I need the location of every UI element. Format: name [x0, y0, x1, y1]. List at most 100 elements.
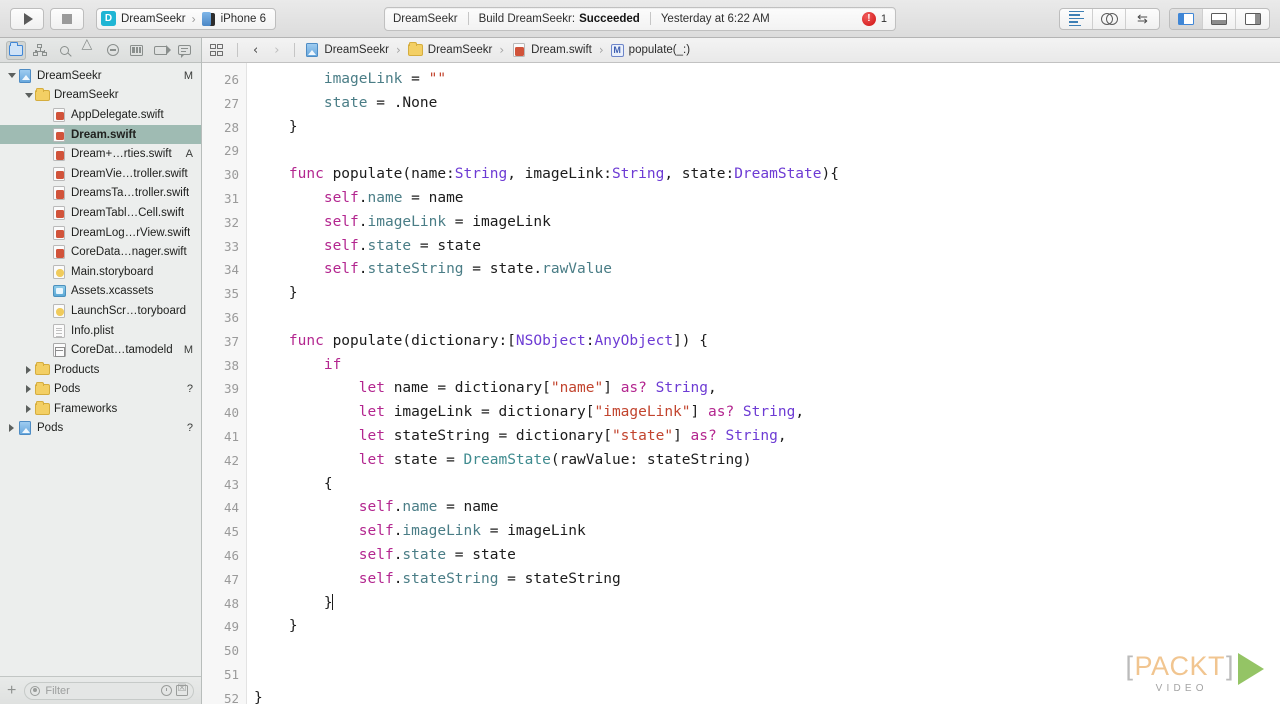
code-line[interactable]: }: [254, 615, 1280, 639]
code-line[interactable]: }: [254, 282, 1280, 306]
error-badge[interactable]: ! 1: [861, 11, 887, 26]
tree-row[interactable]: DreamSeekr M: [0, 66, 201, 86]
tree-row[interactable]: LaunchScr…toryboard: [0, 301, 201, 321]
stop-button[interactable]: [50, 7, 84, 30]
find-navigator-tab[interactable]: [54, 41, 74, 60]
code-line[interactable]: if: [254, 354, 1280, 378]
forward-button[interactable]: ›: [266, 44, 287, 57]
code-line[interactable]: func populate(name:String, imageLink:Str…: [254, 163, 1280, 187]
code-line[interactable]: state = .None: [254, 92, 1280, 116]
disclosure-triangle-icon[interactable]: [23, 404, 34, 413]
tree-row[interactable]: Dream.swift: [0, 124, 201, 145]
code-line[interactable]: let name = dictionary["name"] as? String…: [254, 377, 1280, 401]
tree-row[interactable]: DreamVie…troller.swift: [0, 164, 201, 184]
tree-row[interactable]: Frameworks: [0, 399, 201, 419]
code-line[interactable]: {: [254, 473, 1280, 497]
code-token: self: [358, 570, 394, 587]
tree-row[interactable]: DreamsTa…troller.swift: [0, 184, 201, 204]
code-token: (rawValue: stateString): [550, 451, 752, 468]
tree-row-label: DreamTabl…Cell.swift: [71, 206, 185, 219]
line-number: 40: [223, 405, 239, 421]
scheme-selector[interactable]: D DreamSeekr › iPhone 6: [96, 7, 276, 30]
code-line[interactable]: let stateString = dictionary["state"] as…: [254, 425, 1280, 449]
breadcrumb-label: populate(_:): [628, 44, 691, 56]
tree-row[interactable]: Pods?: [0, 380, 201, 400]
code-line[interactable]: }: [254, 116, 1280, 140]
breadcrumb-item[interactable]: Dream.swift: [509, 43, 594, 57]
disclosure-triangle-icon[interactable]: [23, 385, 34, 394]
project-file-tree[interactable]: DreamSeekr M DreamSeekr AppDelegate.swift Dr…: [0, 63, 201, 676]
back-button[interactable]: ‹: [245, 44, 266, 57]
related-items-icon[interactable]: [210, 44, 223, 56]
disclosure-triangle-icon[interactable]: [23, 365, 34, 374]
breadcrumb-item[interactable]: DreamSeekr: [302, 43, 391, 57]
breadcrumb-item[interactable]: Mpopulate(_:): [609, 43, 692, 57]
add-file-button[interactable]: +: [7, 682, 16, 699]
status-bar[interactable]: DreamSeekr Build DreamSeekr: Succeeded Y…: [384, 6, 896, 31]
assistant-editor-button[interactable]: [1093, 8, 1126, 29]
disclosure-triangle-icon[interactable]: [6, 424, 17, 433]
code-line[interactable]: }: [254, 687, 1280, 704]
tree-row[interactable]: DreamLog…rView.swift: [0, 223, 201, 243]
source-code[interactable]: imageLink = "" state = .None } func popu…: [247, 63, 1280, 704]
code-line[interactable]: self.stateString = state.rawValue: [254, 258, 1280, 282]
standard-editor-button[interactable]: [1060, 8, 1093, 29]
utilities-toggle-button[interactable]: [1236, 9, 1269, 29]
tree-row[interactable]: Dream+…rties.swift A: [0, 144, 201, 164]
test-navigator-tab[interactable]: [103, 41, 123, 60]
tree-row[interactable]: DreamSeekr: [0, 86, 201, 106]
code-line[interactable]: }: [254, 592, 1280, 616]
breadcrumb-item[interactable]: DreamSeekr: [406, 42, 495, 56]
symbol-navigator-tab[interactable]: [30, 41, 50, 60]
code-line[interactable]: let state = DreamState(rawValue: stateSt…: [254, 449, 1280, 473]
code-line[interactable]: imageLink = "": [254, 68, 1280, 92]
tree-row[interactable]: AppDelegate.swift: [0, 105, 201, 125]
code-line[interactable]: func populate(dictionary:[NSObject:AnyOb…: [254, 330, 1280, 354]
disclosure-triangle-icon[interactable]: [6, 73, 17, 79]
code-line[interactable]: self.state = state: [254, 544, 1280, 568]
recent-files-icon[interactable]: [161, 685, 172, 696]
issue-navigator-tab[interactable]: [78, 35, 98, 60]
tree-row[interactable]: Pods?: [0, 419, 201, 439]
swift-icon: [51, 147, 67, 162]
project-navigator-tab[interactable]: [6, 40, 27, 60]
tree-row[interactable]: Main.storyboard: [0, 262, 201, 282]
line-number: 52: [223, 690, 239, 704]
run-button[interactable]: [10, 7, 44, 30]
code-token: let: [358, 427, 385, 444]
code-line[interactable]: self.state = state: [254, 235, 1280, 259]
tree-row[interactable]: CoreDat…tamodeld M: [0, 340, 201, 360]
disclosure-triangle-icon[interactable]: [23, 92, 34, 98]
tree-row[interactable]: Assets.xcassets: [0, 282, 201, 302]
code-line[interactable]: self.name = name: [254, 187, 1280, 211]
code-line[interactable]: [254, 639, 1280, 663]
tree-row[interactable]: CoreData…nager.swift: [0, 242, 201, 262]
version-editor-button[interactable]: ⇆: [1126, 9, 1159, 29]
warning-triangle-icon: [81, 35, 95, 56]
code-editor[interactable]: 26 27 28 29 30 31 32 33 34 35 36 37 38 39 40 41 42 43 44 45…: [202, 63, 1280, 704]
filter-input[interactable]: Filter: [45, 685, 158, 697]
code-token: imageLink = dictionary[: [384, 404, 595, 421]
code-line[interactable]: [254, 663, 1280, 687]
source-control-filter-icon[interactable]: [176, 684, 188, 696]
breadcrumb-separator-icon: ›: [598, 43, 604, 57]
tree-row[interactable]: Products: [0, 360, 201, 380]
debug-navigator-tab[interactable]: [127, 41, 147, 60]
breakpoint-navigator-tab[interactable]: [151, 41, 172, 60]
tree-row[interactable]: Info.plist: [0, 321, 201, 341]
code-line[interactable]: [254, 139, 1280, 163]
navigator-toggle-button[interactable]: [1170, 8, 1203, 29]
report-navigator-tab[interactable]: [175, 41, 195, 60]
code-token: imageLink: [402, 523, 481, 540]
code-token: self: [323, 189, 359, 206]
code-line[interactable]: self.stateString = stateString: [254, 568, 1280, 592]
debug-area-toggle-button[interactable]: [1203, 8, 1236, 29]
code-line[interactable]: self.name = name: [254, 496, 1280, 520]
filter-field[interactable]: Filter: [24, 681, 194, 700]
code-line[interactable]: self.imageLink = imageLink: [254, 520, 1280, 544]
tree-row[interactable]: DreamTabl…Cell.swift: [0, 203, 201, 223]
code-line[interactable]: self.imageLink = imageLink: [254, 211, 1280, 235]
code-line[interactable]: let imageLink = dictionary["imageLink"] …: [254, 401, 1280, 425]
code-line[interactable]: [254, 306, 1280, 330]
